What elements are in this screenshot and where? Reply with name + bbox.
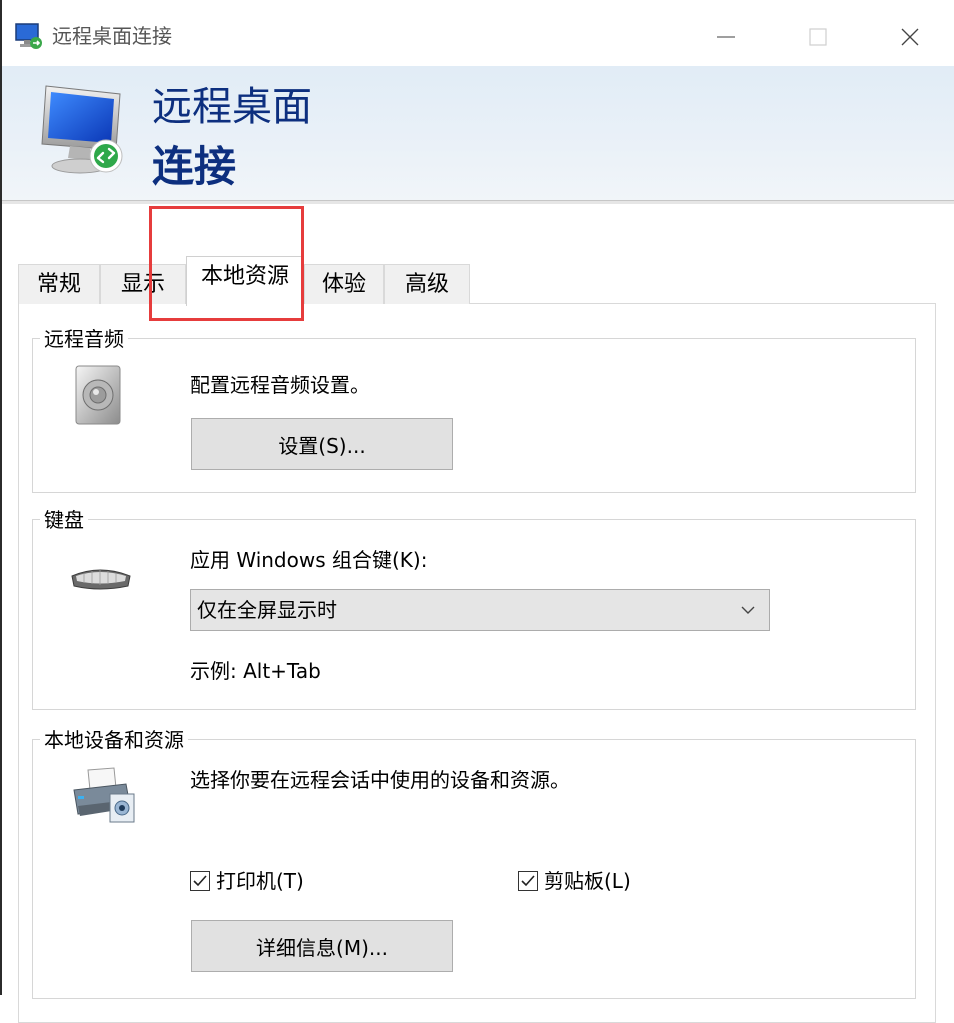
key-combination-select[interactable]: 仅在全屏显示时	[190, 589, 770, 631]
banner-divider	[2, 201, 954, 204]
remote-audio-description: 配置远程音频设置。	[190, 373, 370, 397]
maximize-button[interactable]	[772, 10, 864, 64]
highlight-annotation	[149, 206, 304, 321]
speaker-icon	[72, 364, 128, 428]
clipboard-checkbox[interactable]	[518, 871, 538, 891]
apply-key-combinations-label: 应用 Windows 组合键(K):	[190, 548, 428, 572]
printer-checkbox-row[interactable]: 打印机(T)	[190, 866, 304, 896]
checkmark-icon	[193, 875, 207, 887]
minimize-icon	[717, 36, 735, 38]
more-details-button[interactable]: 详细信息(M)...	[191, 920, 453, 972]
tab-general[interactable]: 常规	[18, 264, 100, 304]
printer-devices-icon	[70, 766, 136, 826]
keyboard-example-text: 示例: Alt+Tab	[190, 659, 321, 683]
tab-experience[interactable]: 体验	[304, 264, 384, 304]
clipboard-checkbox-row[interactable]: 剪贴板(L)	[518, 866, 631, 896]
printer-checkbox[interactable]	[190, 871, 210, 891]
remote-desktop-app-icon	[14, 22, 44, 50]
printer-checkbox-label: 打印机(T)	[216, 869, 304, 893]
remote-desktop-monitor-icon	[34, 80, 134, 180]
chevron-down-icon	[741, 606, 755, 614]
remote-audio-group	[32, 338, 916, 493]
remote-audio-legend: 远程音频	[40, 326, 128, 352]
key-combination-select-value: 仅在全屏显示时	[197, 598, 337, 622]
tab-advanced[interactable]: 高级	[384, 264, 470, 304]
close-button[interactable]	[864, 10, 954, 64]
header-banner	[2, 66, 954, 201]
maximize-icon	[809, 28, 827, 46]
banner-title-line1: 远程桌面	[152, 84, 312, 130]
window-title: 远程桌面连接	[52, 24, 172, 48]
keyboard-legend: 键盘	[40, 507, 88, 533]
clipboard-checkbox-label: 剪贴板(L)	[544, 869, 631, 893]
checkmark-icon	[521, 875, 535, 887]
keyboard-icon	[70, 560, 132, 596]
close-icon	[901, 28, 919, 46]
local-devices-description: 选择你要在远程会话中使用的设备和资源。	[190, 768, 570, 792]
audio-settings-button[interactable]: 设置(S)...	[191, 418, 453, 470]
banner-title-line2: 连接	[152, 142, 237, 191]
local-devices-legend: 本地设备和资源	[40, 727, 188, 753]
minimize-button[interactable]	[680, 10, 772, 64]
